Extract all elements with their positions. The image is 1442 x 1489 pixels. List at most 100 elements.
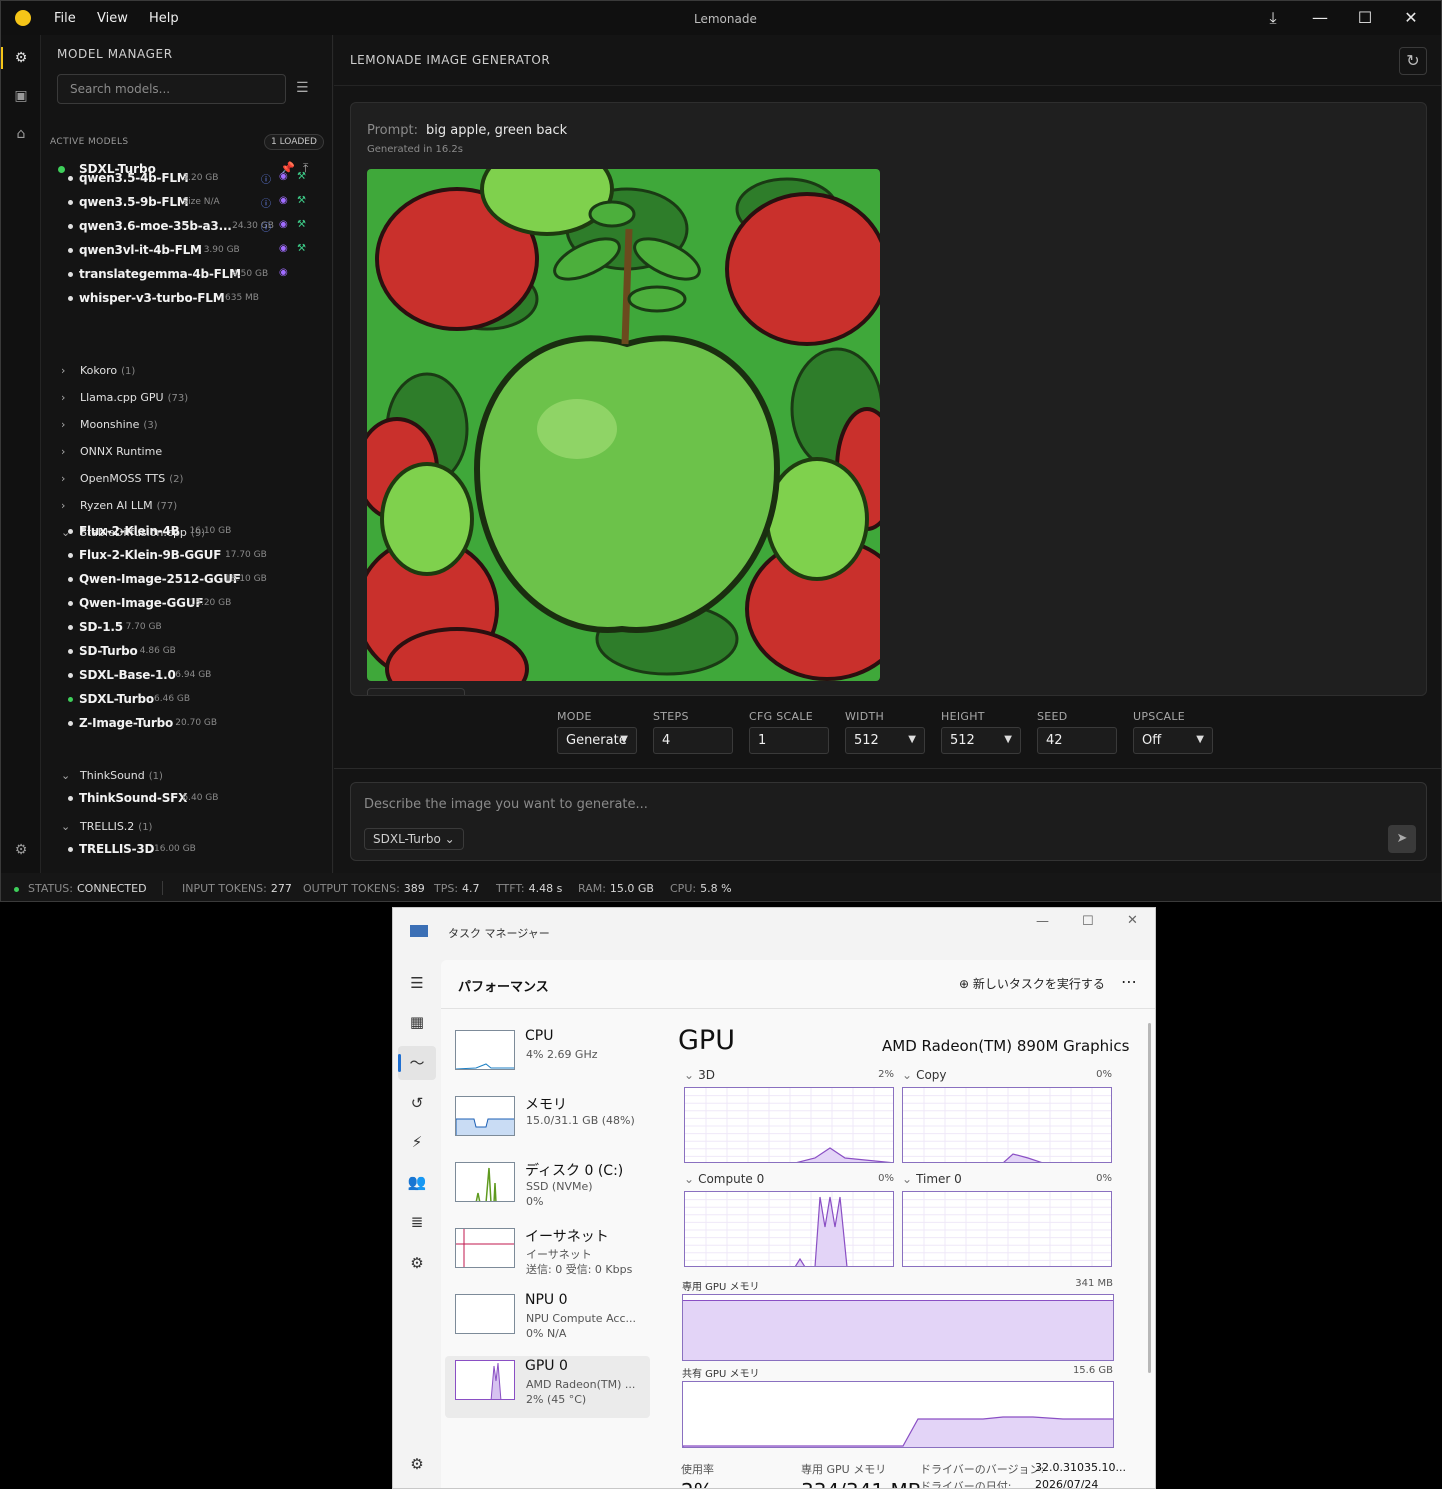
new-task-button[interactable]: ⊕ 新しいタスクを実行する	[959, 975, 1105, 992]
close-button[interactable]: ✕	[1397, 5, 1425, 31]
model-item[interactable]: SDXL-Turbo 6.46 GB	[41, 689, 331, 711]
model-item[interactable]: Qwen-Image-GGUF 18.20 GB	[41, 593, 331, 615]
perf-thumbnail	[455, 1030, 515, 1070]
performance-icon[interactable]: 〜	[403, 1049, 431, 1077]
tm-maximize-button[interactable]: ☐	[1082, 914, 1094, 929]
store-icon[interactable]: ⌂	[11, 124, 31, 144]
model-name: whisper-v3-turbo-FLM	[79, 291, 225, 305]
brain-icon[interactable]: ⓘ	[261, 219, 271, 234]
maximize-button[interactable]: ☐	[1351, 5, 1379, 31]
perf-item--0-c-[interactable]: ディスク 0 (C:) SSD (NVMe) 0%	[445, 1158, 650, 1220]
eye-icon[interactable]: ◉	[279, 219, 288, 230]
engine-graph	[684, 1087, 894, 1163]
brain-icon[interactable]: ⓘ	[261, 171, 271, 186]
control-input[interactable]: 42	[1037, 727, 1117, 754]
chevron-down-icon[interactable]: ⌄	[902, 1068, 912, 1082]
group-header[interactable]: › Llama.cpp GPU (73)	[41, 388, 331, 410]
tm-scrollbar[interactable]	[1148, 1023, 1151, 1373]
models-icon[interactable]: ⚙	[11, 48, 31, 68]
perf-t1: GPU 0	[525, 1358, 568, 1374]
group-header[interactable]: ⌄ TRELLIS.2 (1)	[41, 817, 331, 839]
brain-icon[interactable]: ⓘ	[261, 195, 271, 210]
settings-icon[interactable]: ⚙	[11, 840, 31, 860]
control-dropdown[interactable]: Off ▼	[1133, 727, 1213, 754]
control-dropdown[interactable]: Generate ▼	[557, 727, 637, 754]
group-header[interactable]: › Kokoro (1)	[41, 361, 331, 383]
status-dot	[14, 887, 19, 892]
image-action-button[interactable]	[367, 688, 465, 695]
control-input[interactable]: 1	[749, 727, 829, 754]
model-item[interactable]: Flux-2-Klein-4B 16.10 GB	[41, 521, 331, 543]
menu-view[interactable]: View	[97, 11, 128, 26]
model-item[interactable]: qwen3.6-moe-35b-a3... 24.30 GB ⓘ ◉ ⚒	[41, 216, 331, 238]
perf-thumbnail	[455, 1360, 515, 1400]
hamburger-icon[interactable]: ☰	[403, 969, 431, 997]
model-item[interactable]: Qwen-Image-2512-GGUF 18.10 GB	[41, 569, 331, 591]
wrench-icon[interactable]: ⚒	[297, 195, 306, 206]
chip-icon[interactable]: ▣	[11, 86, 31, 106]
perf-item--[interactable]: イーサネット イーサネット 送信: 0 受信: 0 Kbps	[445, 1224, 650, 1286]
model-item[interactable]: qwen3.5-9b-FLM Size N/A ⓘ ◉ ⚒	[41, 192, 331, 214]
tm-close-button[interactable]: ✕	[1127, 913, 1138, 928]
history-icon[interactable]: ↺	[403, 1089, 431, 1117]
users-icon[interactable]: 👥	[403, 1168, 431, 1196]
wrench-icon[interactable]: ⚒	[297, 171, 306, 182]
startup-icon[interactable]: ⚡	[403, 1128, 431, 1156]
model-item[interactable]: qwen3vl-it-4b-FLM 3.90 GB ◉ ⚒	[41, 240, 331, 262]
model-item[interactable]: translategemma-4b-FLM 4.50 GB ◉	[41, 264, 331, 286]
chevron-down-icon[interactable]: ⌄	[684, 1172, 694, 1186]
model-item[interactable]: whisper-v3-turbo-FLM 635 MB	[41, 288, 331, 310]
group-header[interactable]: › Whisper.cpp(6)	[41, 868, 331, 873]
prompt-input[interactable]: Describe the image you want to generate.…	[350, 782, 1427, 861]
perf-item-npu-0[interactable]: NPU 0 NPU Compute Acc... 0% N/A	[445, 1290, 650, 1352]
search-input[interactable]: Search models...	[57, 74, 286, 104]
menu-file[interactable]: File	[54, 11, 76, 26]
chevron-down-icon[interactable]: ⌄	[684, 1068, 694, 1082]
filter-icon[interactable]: ☰	[296, 80, 309, 96]
perf-item-gpu-0[interactable]: GPU 0 AMD Radeon(TM) ... 2% (45 °C)	[445, 1356, 650, 1418]
model-item[interactable]: qwen3.5-4b-FLM 3.20 GB ⓘ ◉ ⚒	[41, 168, 331, 190]
chevron-down-icon[interactable]: ⌄	[902, 1172, 912, 1186]
details-icon[interactable]: ≣	[403, 1208, 431, 1236]
control-dropdown[interactable]: 512 ▼	[845, 727, 925, 754]
model-item[interactable]: SD-1.5 7.70 GB	[41, 617, 331, 639]
model-name: translategemma-4b-FLM	[79, 267, 241, 281]
wrench-icon[interactable]: ⚒	[297, 243, 306, 254]
group-header[interactable]: ⌄ ThinkSound (1)	[41, 766, 331, 788]
menu-help[interactable]: Help	[149, 11, 179, 26]
group-header[interactable]: › Ryzen AI LLM (77)	[41, 496, 331, 518]
perf-item--[interactable]: メモリ 15.0/31.1 GB (48%)	[445, 1092, 650, 1154]
services-icon[interactable]: ⚙	[403, 1249, 431, 1277]
refresh-icon[interactable]: ↻	[1399, 47, 1427, 75]
eye-icon[interactable]: ◉	[279, 243, 288, 254]
eye-icon[interactable]: ◉	[279, 171, 288, 182]
control-input[interactable]: 4	[653, 727, 733, 754]
model-selector[interactable]: SDXL-Turbo ⌄	[364, 828, 464, 850]
wrench-icon[interactable]: ⚒	[297, 219, 306, 230]
control-dropdown[interactable]: 512 ▼	[941, 727, 1021, 754]
eye-icon[interactable]: ◉	[279, 195, 288, 206]
generated-image[interactable]	[367, 169, 880, 681]
tm-settings-icon[interactable]: ⚙	[403, 1450, 431, 1478]
model-item[interactable]: Z-Image-Turbo 20.70 GB	[41, 713, 331, 735]
model-item[interactable]: TRELLIS-3D 16.00 GB	[41, 839, 331, 861]
download-icon[interactable]: ⤓	[1259, 5, 1287, 31]
model-item[interactable]: SD-Turbo 4.86 GB	[41, 641, 331, 663]
send-icon[interactable]: ➤	[1388, 825, 1416, 853]
eye-icon[interactable]: ◉	[279, 267, 288, 278]
group-header[interactable]: › Moonshine (3)	[41, 415, 331, 437]
dedicated-memory-graph	[682, 1294, 1114, 1361]
model-item[interactable]: ThinkSound-SFX 6.40 GB	[41, 788, 331, 810]
group-name: Ryzen AI LLM (77)	[80, 499, 177, 512]
tm-minimize-button[interactable]: —	[1036, 914, 1049, 929]
model-item[interactable]: Flux-2-Klein-9B-GGUF 17.70 GB	[41, 545, 331, 567]
processes-icon[interactable]: ▦	[403, 1008, 431, 1036]
model-item[interactable]: SDXL-Base-1.0 6.94 GB	[41, 665, 331, 687]
perf-item-cpu[interactable]: CPU 4% 2.69 GHz	[445, 1026, 650, 1088]
minimize-button[interactable]: —	[1306, 5, 1334, 31]
group-label: TRELLIS.2	[80, 820, 135, 833]
more-options-icon[interactable]: ⋯	[1121, 972, 1137, 991]
group-header[interactable]: › OpenMOSS TTS (2)	[41, 469, 331, 491]
group-name: TRELLIS.2 (1)	[80, 820, 152, 833]
group-header[interactable]: › ONNX Runtime	[41, 442, 331, 464]
